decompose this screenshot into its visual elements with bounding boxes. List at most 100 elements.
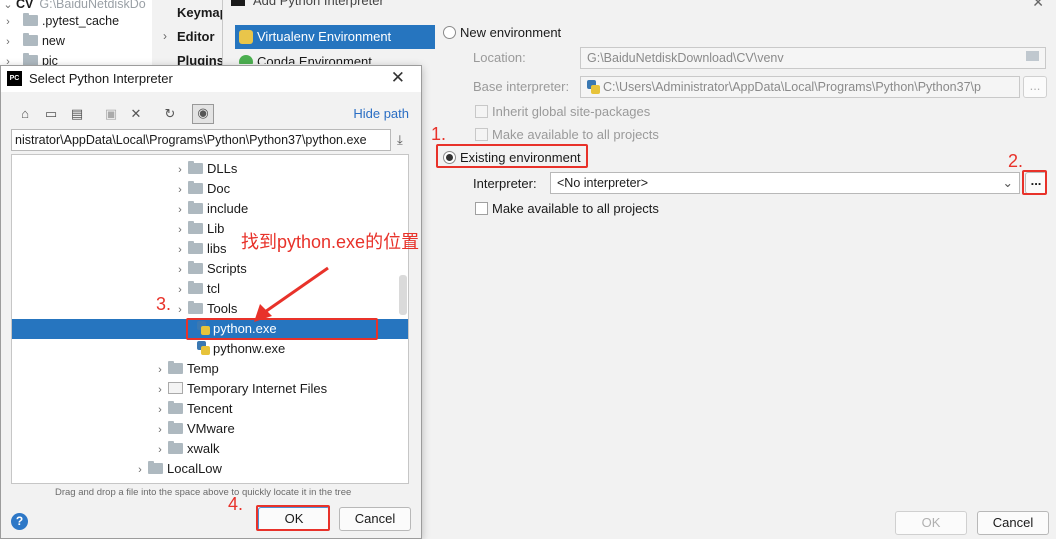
step-3-highlight [186, 318, 378, 340]
close-icon[interactable]: ✕ [1032, 0, 1044, 11]
download-icon[interactable]: ⤓ [397, 132, 403, 148]
tree-item-label: Doc [207, 181, 231, 196]
tree-folder-row[interactable]: › include [12, 199, 408, 219]
chevron-right-icon[interactable]: › [172, 200, 188, 220]
chevron-right-icon[interactable]: › [172, 180, 188, 200]
tree-folder-row[interactable]: › Scripts [12, 259, 408, 279]
folder-icon [168, 441, 183, 454]
shortcut-icon [168, 382, 183, 394]
chevron-right-icon[interactable]: › [172, 220, 188, 240]
chevron-right-icon[interactable]: › [172, 260, 188, 280]
chevron-right-icon[interactable]: › [172, 240, 188, 260]
select-cancel-button[interactable]: Cancel [339, 507, 411, 531]
add-cancel-button[interactable]: Cancel [977, 511, 1049, 535]
folder-icon [22, 33, 38, 46]
folder-icon [188, 261, 203, 274]
add-ok-button[interactable]: OK [895, 511, 967, 535]
tree-item-label: libs [207, 241, 227, 256]
checkbox-icon [475, 105, 488, 118]
interpreter-label: Interpreter: [473, 176, 537, 191]
chevron-right-icon[interactable]: › [172, 280, 188, 300]
make-available-checkbox-1[interactable]: Make available to all projects [475, 127, 659, 142]
chevron-right-icon[interactable]: › [152, 380, 168, 400]
chevron-right-icon[interactable]: › [152, 400, 168, 420]
new-folder-icon[interactable]: ▣ [103, 106, 119, 122]
project-item[interactable]: › new [0, 31, 65, 51]
location-field[interactable]: G:\BaiduNetdiskDownload\CV\venv [580, 47, 1046, 69]
drag-drop-hint: Drag and drop a file into the space abov… [55, 487, 352, 498]
new-env-radio[interactable]: New environment [443, 25, 561, 40]
chevron-right-icon[interactable]: › [132, 460, 148, 480]
folder-icon [22, 13, 38, 26]
tree-item-label: VMware [187, 421, 235, 436]
base-interp-browse[interactable]: ... [1023, 76, 1047, 98]
tree-folder-row[interactable]: › tcl [12, 279, 408, 299]
tree-folder-row[interactable]: › VMware [12, 419, 408, 439]
python-icon [239, 30, 253, 44]
base-interp-field[interactable]: C:\Users\Administrator\AppData\Local\Pro… [580, 76, 1020, 98]
base-interp-label: Base interpreter: [473, 79, 570, 94]
folder-icon [188, 221, 203, 234]
settings-item-editor[interactable]: Editor [177, 29, 215, 44]
tree-item-label: Lib [207, 221, 225, 236]
tree-folder-row[interactable]: › Temp [12, 359, 408, 379]
dialog-title: Add Python Interpreter [253, 0, 384, 8]
tree-item-label: xwalk [187, 441, 220, 456]
tree-folder-row[interactable]: › Tools [12, 299, 408, 319]
tree-folder-row[interactable]: › Temporary Internet Files [12, 379, 408, 399]
tree-folder-row[interactable]: › Tencent [12, 399, 408, 419]
conda-icon [239, 55, 253, 64]
radio-icon [443, 26, 456, 39]
chevron-right-icon[interactable]: › [172, 160, 188, 180]
tree-folder-row[interactable]: › DLLs [12, 159, 408, 179]
interpreter-select[interactable]: <No interpreter> ⌄ [550, 172, 1020, 194]
make-available-checkbox-2[interactable]: Make available to all projects [475, 201, 659, 216]
folder-icon[interactable] [1026, 51, 1039, 61]
folder-icon [188, 241, 203, 254]
hide-path-link[interactable]: Hide path [353, 106, 409, 121]
step-3-label: 3. [156, 294, 172, 314]
tree-file-row[interactable]: pythonw.exe [12, 339, 408, 359]
folder-icon [168, 421, 183, 434]
tree-item-label: Temp [187, 361, 219, 376]
chevron-right-icon[interactable]: › [172, 300, 188, 320]
tree-folder-row[interactable]: › Doc [12, 179, 408, 199]
folder-icon [148, 461, 163, 474]
desktop-icon[interactable]: ▭ [43, 106, 59, 122]
folder-icon [188, 181, 203, 194]
annotation-note: 找到python.exe的位置 [241, 232, 420, 252]
show-hidden-icon[interactable]: ◉ [192, 104, 214, 124]
refresh-icon[interactable]: ↻ [162, 106, 178, 122]
pycharm-icon: PC [7, 71, 22, 86]
chevron-right-icon: › [163, 29, 167, 43]
delete-icon[interactable]: ✕ [128, 106, 144, 122]
project-icon[interactable]: ▤ [69, 106, 85, 122]
chevron-right-icon[interactable]: › [152, 360, 168, 380]
folder-icon [188, 281, 203, 294]
nav-virtualenv[interactable]: Virtualenv Environment [235, 25, 435, 49]
settings-item-keymap[interactable]: Keymap [177, 5, 228, 20]
chevron-right-icon: › [6, 36, 10, 48]
path-input[interactable]: nistrator\AppData\Local\Programs\Python\… [11, 129, 391, 151]
chevron-right-icon[interactable]: › [152, 420, 168, 440]
folder-icon [188, 301, 203, 314]
tree-item-label: Tencent [187, 401, 233, 416]
project-item[interactable]: › .pytest_cache [0, 11, 119, 31]
tree-folder-row[interactable]: › xwalk [12, 439, 408, 459]
home-icon[interactable]: ⌂ [17, 106, 33, 122]
chevron-right-icon[interactable]: › [152, 440, 168, 460]
chevron-right-icon: › [6, 16, 10, 28]
checkbox-icon [475, 128, 488, 141]
step-2-label: 2. [1008, 151, 1024, 171]
python-icon [586, 80, 600, 94]
inherit-checkbox[interactable]: Inherit global site-packages [475, 104, 650, 119]
folder-icon [188, 201, 203, 214]
chevron-down-icon: ⌄ [1002, 176, 1013, 190]
tree-folder-row[interactable]: › LocalLow [12, 459, 408, 479]
python-file-icon [196, 341, 210, 355]
checkbox-icon [475, 202, 488, 215]
nav-conda[interactable]: Conda Environment [235, 50, 435, 64]
close-icon[interactable]: ✕ [391, 68, 405, 88]
dialog-title: Select Python Interpreter [29, 71, 173, 86]
help-icon[interactable]: ? [11, 513, 28, 530]
